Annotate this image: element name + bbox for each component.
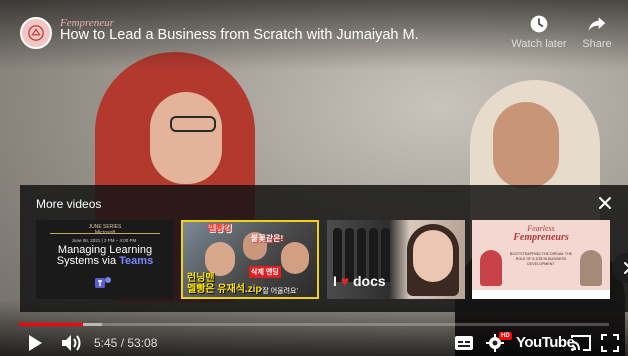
youtube-logo[interactable]: YouTube [516, 334, 575, 351]
video-thumbnail-managing-learning[interactable]: JUNE SERIES Microsoft June 06, 2021 | 2 … [36, 220, 174, 299]
heart-icon: ♥ [340, 273, 350, 289]
thumbnail-caption-middle: 삭제 엔딩 [249, 266, 281, 278]
share-label: Share [582, 38, 612, 50]
thumbnail-person [480, 250, 502, 286]
play-icon [29, 335, 42, 351]
video-person-left-glasses [170, 116, 216, 132]
close-icon [599, 197, 611, 209]
thumbnail-caption-small: '잘 어울려요' [261, 288, 298, 295]
more-videos-heading: More videos [36, 197, 102, 211]
cast-icon [571, 335, 591, 351]
fullscreen-button[interactable] [601, 332, 621, 354]
progress-bar[interactable] [19, 323, 609, 326]
thumbnail-divider [50, 233, 160, 234]
thumbnail-caption-bottom-line2: 멜빵은 유재석.zip [187, 284, 262, 295]
more-videos-panel: More videos JUNE SERIES Microsoft June 0… [20, 185, 628, 312]
time-display: 5:45 / 53:08 [94, 336, 158, 350]
thumbnail-caption-top-secondary: 불꽃같은! [251, 234, 284, 243]
watch-later-button[interactable]: Watch later [508, 14, 570, 50]
video-title[interactable]: How to Lead a Business from Scratch with… [60, 26, 419, 44]
thumbnail-title-line2: Systems via Teams [56, 255, 154, 267]
video-thumbnail-running-man[interactable]: 멜빵킹 불꽃같은! 삭제 엔딩 런닝맨 멜빵은 유재석.zip '잘 어울려요' [181, 220, 319, 299]
thumbnail-footer-strip [472, 290, 610, 299]
channel-avatar[interactable] [20, 17, 52, 49]
clock-icon [530, 15, 548, 33]
video-thumbnail-fearless-fempreneurs[interactable]: Fearless Fempreneurs BOOTSTRAPPING THE D… [472, 220, 610, 299]
thumbnail-person [281, 242, 309, 274]
volume-button[interactable] [61, 332, 85, 354]
thumbnail-episode-title: BOOTSTRAPPING THE DREAM: THE ROLE OF A J… [509, 252, 573, 266]
video-person-left-face [150, 92, 222, 184]
volume-icon [62, 335, 81, 351]
chevron-right-icon [624, 262, 628, 274]
thumbnail-person-face [413, 230, 453, 282]
watch-later-label: Watch later [511, 38, 567, 50]
hd-badge: HD [499, 332, 512, 340]
video-player[interactable]: Fempreneur How to Lead a Business from S… [0, 0, 628, 356]
thumbnail-brand-line2: Fempreneurs [513, 232, 569, 243]
more-videos-close-button[interactable] [596, 194, 614, 212]
thumbnail-caption-bottom-line1: 런닝맨 [187, 273, 215, 284]
progress-played [19, 323, 83, 326]
thumbnail-date: June 06, 2021 | 2 PM – 4:00 PM [71, 238, 137, 243]
thumbnail-caption-top: 멜빵킹 [207, 223, 232, 233]
thumbnail-kicker: JUNE SERIES Microsoft [88, 224, 122, 236]
thumbnail-person [205, 242, 235, 276]
video-person-right-face [493, 102, 559, 188]
more-videos-list: JUNE SERIES Microsoft June 06, 2021 | 2 … [36, 220, 628, 300]
subtitles-button[interactable] [454, 332, 476, 354]
play-button[interactable] [27, 332, 49, 354]
closed-captions-icon [455, 336, 473, 350]
channel-logo-icon [28, 25, 44, 41]
fullscreen-icon [601, 334, 619, 352]
share-button[interactable]: Share [571, 14, 623, 50]
cast-button[interactable] [570, 332, 594, 354]
thumbnail-wordmark: I ♥ docs [333, 273, 386, 289]
video-thumbnail-i-love-docs[interactable]: I ♥ docs [327, 220, 465, 299]
teams-logo-icon [95, 277, 111, 288]
share-arrow-icon [588, 17, 606, 31]
thumbnail-person [580, 250, 602, 286]
